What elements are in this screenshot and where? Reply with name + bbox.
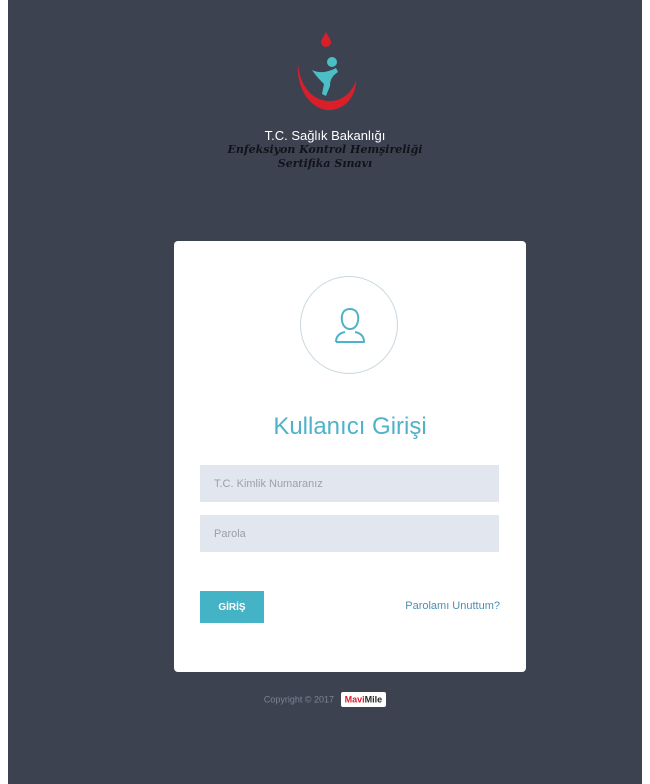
password-input[interactable] (200, 515, 499, 552)
forgot-password-link[interactable]: Parolamı Unuttum? (405, 600, 500, 612)
login-title: Kullanıcı Girişi (273, 413, 427, 440)
footer: Copyright © 2017 MaviMile (8, 692, 642, 707)
exam-title-line-2: Sertifika Sınavı (277, 157, 373, 170)
user-icon (335, 307, 365, 343)
login-button[interactable]: GİRİŞ (200, 591, 264, 623)
header: T.C. Sağlık Bakanlığı Enfeksiyon Kontrol… (8, 30, 642, 171)
copyright-text: Copyright © 2017 (263, 694, 335, 705)
ministry-name: T.C. Sağlık Bakanlığı (264, 128, 386, 143)
login-page: T.C. Sağlık Bakanlığı Enfeksiyon Kontrol… (8, 0, 642, 784)
exam-title-line-1: Enfeksiyon Kontrol Hemşireliği (227, 143, 423, 156)
tc-id-input[interactable] (200, 465, 499, 502)
brand-logo[interactable]: MaviMile (340, 692, 387, 707)
login-card: Kullanıcı Girişi GİRİŞ Parolamı Unuttum? (174, 241, 526, 672)
ministry-logo-icon (297, 32, 356, 111)
brand-logo-part-1: Mavi (344, 694, 365, 705)
avatar (300, 276, 398, 374)
brand-logo-part-2: Mile (364, 694, 383, 705)
